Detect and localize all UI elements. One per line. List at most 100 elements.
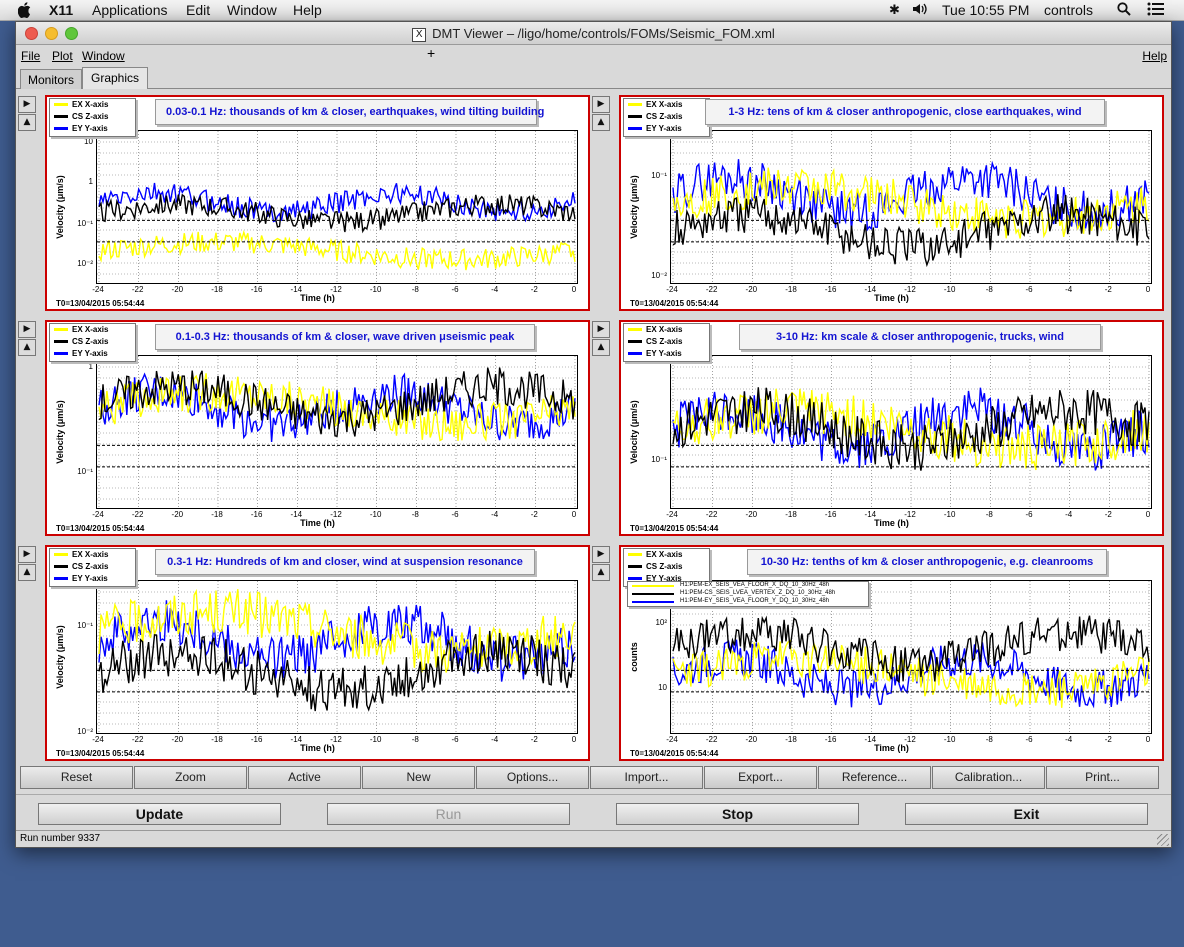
panel-scroll-right-button[interactable]: ▶ [592, 321, 610, 338]
menu-file[interactable]: File [21, 49, 40, 63]
spotlight-search-icon[interactable] [1117, 2, 1131, 19]
plot-panel[interactable]: 1 10⁻¹ -24 -22 -20 -18 -16 -14 -12 -10 -8 -6 -4 -2 0 Ve… [45, 320, 590, 536]
menu-app-help[interactable]: Help [1142, 49, 1167, 63]
toolbar-button-import[interactable]: Import... [590, 766, 703, 789]
toolbar-button-zoom[interactable]: Zoom [134, 766, 247, 789]
panel-scroll-right-button[interactable]: ▶ [592, 96, 610, 113]
bluetooth-icon[interactable]: ✱ [889, 2, 900, 18]
plot-panel[interactable]: 10⁻¹ -24 -22 -20 -18 -16 -14 -12 -10 -8 -6 -4 -2 0 Vel… [619, 320, 1164, 536]
y-tick-label: 1 [88, 362, 93, 372]
tab-graphics[interactable]: Graphics [82, 67, 148, 89]
legend-entry: CS Z-axis [50, 111, 135, 123]
exit-button[interactable]: Exit [905, 803, 1148, 825]
menu-window[interactable]: Window [227, 2, 277, 18]
menu-help[interactable]: Help [293, 2, 322, 18]
menu-applications[interactable]: Applications [92, 2, 168, 18]
panel-scroll-up-button[interactable]: ▲ [18, 114, 36, 131]
legend-swatch [54, 565, 68, 568]
x11-icon: X [412, 28, 427, 42]
toolbar-button-reset[interactable]: Reset [20, 766, 133, 789]
channel-legend[interactable]: H1:PEM-EX_SEIS_VEA_FLOOR_X_DQ_10_30Hz_48… [627, 581, 869, 607]
t0-timestamp: T0=13/04/2015 05:54:44 [56, 749, 145, 758]
plot-legend[interactable]: EX X-axis CS Z-axis EY Y-axis [623, 323, 710, 362]
notification-list-icon[interactable] [1147, 2, 1165, 19]
plot-panel[interactable]: 10⁻¹ 10⁻² -24 -22 -20 -18 -16 -14 -12 -10 -8 -6 -4 -2… [45, 545, 590, 761]
panel-scroll-up-button[interactable]: ▲ [592, 564, 610, 581]
y-tick-label: 10⁻² [77, 727, 93, 737]
y-tick-label: 10² [655, 618, 667, 628]
legend-swatch [628, 565, 642, 568]
panel-scroll-right-button[interactable]: ▶ [18, 96, 36, 113]
toolbar-button-options[interactable]: Options... [476, 766, 589, 789]
status-text: Run number 9337 [20, 833, 101, 844]
tab-bar: Monitors Graphics [16, 67, 1171, 89]
panel-scroll-up-button[interactable]: ▲ [18, 339, 36, 356]
action-buttons: Update Run Stop Exit [16, 794, 1171, 834]
plot-area[interactable] [96, 355, 578, 509]
plot-title: 0.3-1 Hz: Hundreds of km and closer, win… [155, 549, 535, 575]
clock[interactable]: Tue 10:55 PM [942, 2, 1029, 18]
volume-icon[interactable] [912, 2, 928, 19]
legend-swatch [54, 127, 68, 130]
panel-scroll-up-button[interactable]: ▲ [592, 114, 610, 131]
t0-timestamp: T0=13/04/2015 05:54:44 [56, 299, 145, 308]
toolbar-button-new[interactable]: New [362, 766, 475, 789]
plot-legend[interactable]: EX X-axis CS Z-axis EY Y-axis [49, 98, 136, 137]
resize-grip-icon[interactable] [1157, 834, 1169, 846]
panel-scroll-up-button[interactable]: ▲ [592, 339, 610, 356]
panel-scroll-right-button[interactable]: ▶ [592, 546, 610, 563]
update-button[interactable]: Update [38, 803, 281, 825]
plot-panel[interactable]: 10⁻¹ 10⁻² -24 -22 -20 -18 -16 -14 -12 -10 -8 -6 -4 -2… [619, 95, 1164, 311]
window-title-text: DMT Viewer – /ligo/home/controls/FOMs/Se… [432, 26, 775, 41]
mac-menu-bar: X11 Applications Edit Window Help ✱ Tue … [0, 0, 1184, 21]
plot-area[interactable] [96, 130, 578, 284]
toolbar-button-active[interactable]: Active [248, 766, 361, 789]
legend-label: EY Y-axis [72, 574, 108, 583]
plot-area[interactable] [670, 355, 1152, 509]
legend-swatch [54, 103, 68, 106]
plot-legend[interactable]: EX X-axis CS Z-axis EY Y-axis [49, 548, 136, 587]
toolbar-button-reference[interactable]: Reference... [818, 766, 931, 789]
plot-canvas [97, 356, 577, 508]
panel-scroll-right-button[interactable]: ▶ [18, 546, 36, 563]
menu-app-window[interactable]: Window [82, 49, 125, 63]
panel-scroll-up-button[interactable]: ▲ [18, 564, 36, 581]
legend-swatch [628, 103, 642, 106]
legend-label: EY Y-axis [646, 349, 682, 358]
plot-legend[interactable]: EX X-axis CS Z-axis EY Y-axis [49, 323, 136, 362]
user-name[interactable]: controls [1044, 2, 1093, 18]
legend-entry: EY Y-axis [50, 123, 135, 135]
menu-edit[interactable]: Edit [186, 2, 210, 18]
channel-legend-label: H1:PEM-EY_SEIS_VEA_FLOOR_Y_DQ_10_30Hz_48… [680, 598, 830, 604]
y-tick-label: 10⁻¹ [651, 454, 667, 464]
plot-legend[interactable]: EX X-axis CS Z-axis EY Y-axis [623, 98, 710, 137]
legend-swatch [54, 577, 68, 580]
legend-swatch [628, 553, 642, 556]
tab-monitors[interactable]: Monitors [20, 69, 82, 89]
apple-icon[interactable] [17, 2, 32, 21]
y-axis-label: Velocity (μm/s) [629, 400, 639, 464]
t0-timestamp: T0=13/04/2015 05:54:44 [630, 524, 719, 533]
menu-plot[interactable]: Plot [52, 49, 73, 63]
window-titlebar[interactable]: X DMT Viewer – /ligo/home/controls/FOMs/S… [16, 22, 1171, 45]
plot-title: 0.1-0.3 Hz: thousands of km & closer, wa… [155, 324, 535, 350]
panel-scroll-right-button[interactable]: ▶ [18, 321, 36, 338]
plot-area[interactable] [96, 580, 578, 734]
plot-panel[interactable]: 10² 10 -24 -22 -20 -18 -16 -14 -12 -10 -8 -6 -4 -2 0 co… [619, 545, 1164, 761]
legend-label: EY Y-axis [72, 124, 108, 133]
x11-app-menu[interactable]: X11 [49, 2, 73, 18]
legend-label: EX X-axis [72, 325, 109, 334]
y-tick-label: 10⁻¹ [651, 171, 667, 181]
run-button[interactable]: Run [327, 803, 570, 825]
stop-button[interactable]: Stop [616, 803, 859, 825]
toolbar-button-calibration[interactable]: Calibration... [932, 766, 1045, 789]
plot-panel[interactable]: 10 1 10⁻¹ 10⁻² -24 -22 -20 -18 -16 -14 -12 -10 -8 -6-… [45, 95, 590, 311]
y-tick-label: 10⁻¹ [77, 621, 93, 631]
legend-entry: EY Y-axis [50, 573, 135, 585]
channel-legend-label: H1:PEM-EX_SEIS_VEA_FLOOR_X_DQ_10_30Hz_48… [680, 582, 830, 588]
legend-entry: EX X-axis [50, 549, 135, 561]
plot-area[interactable] [670, 130, 1152, 284]
toolbar-button-export[interactable]: Export... [704, 766, 817, 789]
legend-label: EY Y-axis [646, 124, 682, 133]
toolbar-button-print[interactable]: Print... [1046, 766, 1159, 789]
